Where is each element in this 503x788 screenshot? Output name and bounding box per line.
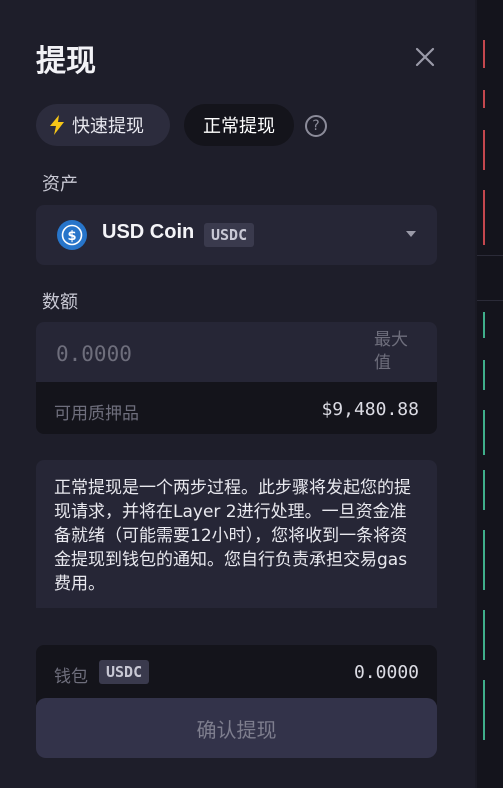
chart-candle bbox=[483, 40, 485, 68]
collateral-label: 可用质押品 bbox=[54, 404, 139, 424]
asset-select[interactable]: $ USD Coin USDC bbox=[36, 205, 437, 265]
close-button[interactable] bbox=[412, 44, 438, 70]
tab-fast-withdraw[interactable]: 快速提现 bbox=[36, 104, 170, 146]
chart-candle bbox=[483, 312, 485, 338]
withdraw-panel: 提现 快速提现 正常提现 ? 资产 $ USD Coin USDC 数额 0.0… bbox=[0, 0, 475, 788]
chart-candle bbox=[483, 610, 485, 660]
max-button[interactable]: 最大值 bbox=[374, 329, 414, 375]
chart-candle bbox=[483, 530, 485, 590]
page-title: 提现 bbox=[36, 44, 96, 79]
wallet-value: 0.0000 bbox=[353, 662, 419, 683]
chart-candle bbox=[483, 90, 485, 108]
available-collateral-row: 可用质押品 $9,480.88 bbox=[36, 382, 437, 434]
tab-normal-withdraw[interactable]: 正常提现 bbox=[184, 104, 294, 146]
help-icon[interactable]: ? bbox=[305, 115, 327, 137]
chart-candle bbox=[483, 410, 485, 455]
chart-candle bbox=[483, 130, 485, 170]
confirm-withdraw-button[interactable]: 确认提现 bbox=[36, 698, 437, 758]
close-icon bbox=[415, 47, 435, 67]
wallet-label: 钱包 bbox=[54, 667, 88, 687]
collateral-value: $9,480.88 bbox=[321, 399, 419, 420]
amount-label: 数额 bbox=[42, 292, 78, 313]
svg-text:$: $ bbox=[67, 229, 76, 244]
wallet-balance-row: 钱包 USDC 0.0000 bbox=[36, 645, 437, 705]
chart-candle bbox=[483, 470, 485, 510]
chart-candle bbox=[483, 360, 485, 390]
chart-candle bbox=[483, 680, 485, 740]
tab-fast-label: 快速提现 bbox=[72, 116, 144, 137]
usdc-coin-icon: $ bbox=[57, 220, 87, 250]
withdraw-info-text: 正常提现是一个两步过程。此步骤将发起您的提现请求，并将在Layer 2进行处理。… bbox=[36, 460, 437, 608]
asset-label: 资产 bbox=[42, 174, 78, 195]
asset-ticker-badge: USDC bbox=[204, 223, 255, 247]
divider bbox=[477, 255, 503, 256]
amount-input[interactable] bbox=[54, 338, 348, 370]
tab-normal-label: 正常提现 bbox=[203, 116, 275, 137]
chevron-down-icon bbox=[406, 231, 416, 237]
chart-candle bbox=[483, 190, 485, 245]
background-chart-strip bbox=[477, 0, 503, 788]
wallet-ticker-badge: USDC bbox=[99, 660, 150, 684]
amount-field-container: 最大值 bbox=[36, 322, 437, 382]
divider bbox=[477, 300, 503, 301]
asset-name: USD Coin bbox=[102, 221, 195, 243]
lightning-icon bbox=[50, 115, 64, 135]
